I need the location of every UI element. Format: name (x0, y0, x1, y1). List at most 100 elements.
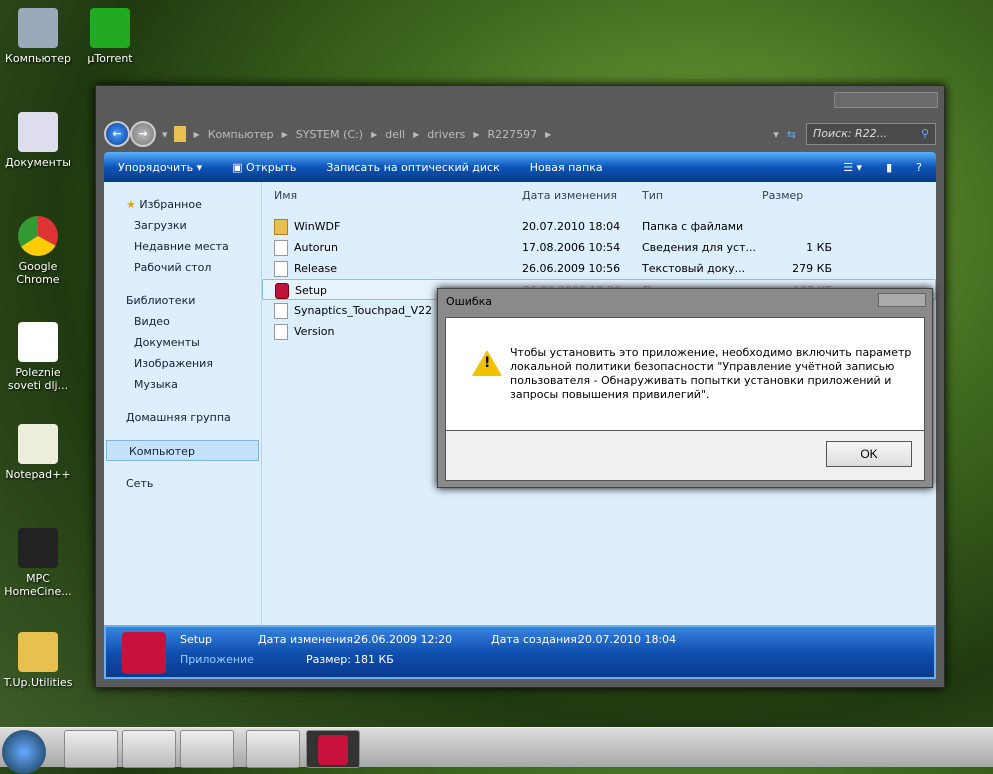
created-label: Дата создания: (491, 633, 581, 646)
settings-file-icon (274, 240, 288, 256)
nav-desktop[interactable]: Рабочий стол (104, 257, 261, 278)
nav-video[interactable]: Видео (104, 311, 261, 332)
chrome-icon (18, 216, 58, 256)
help-file-icon (18, 322, 58, 362)
breadcrumb-item[interactable]: SYSTEM (C:) (296, 128, 363, 141)
nav-label: Избранное (139, 198, 202, 211)
file-type: Папка с файлами (642, 220, 744, 233)
help-icon[interactable]: ? (916, 161, 922, 174)
open-label: Открыть (246, 160, 297, 174)
search-input[interactable]: Поиск: R22... ⚲ (806, 123, 936, 145)
app-icon (275, 283, 289, 299)
burn-button[interactable]: Записать на оптический диск (326, 161, 499, 174)
nav-recent[interactable]: Недавние места (104, 236, 261, 257)
nav-images[interactable]: Изображения (104, 353, 261, 374)
error-dialog: Ошибка ! Чтобы установить это приложение… (437, 288, 933, 488)
column-date[interactable]: Дата изменения (522, 182, 642, 210)
file-name: Setup (295, 284, 328, 297)
chevron-down-icon[interactable]: ▾ (162, 128, 168, 141)
breadcrumb-item[interactable]: R227597 (488, 128, 538, 141)
media-player-taskbar-button[interactable] (180, 730, 234, 768)
nav-network[interactable]: Сеть (104, 473, 261, 494)
chevron-right-icon[interactable]: ▶ (194, 130, 200, 139)
desktop-icon[interactable]: µTorrent (72, 8, 148, 65)
text-file-icon (274, 261, 288, 277)
desktop-icon[interactable]: Документы (0, 112, 76, 169)
file-row[interactable]: Autorun 17.08.2006 10:54 Сведения для уст.… (262, 237, 936, 258)
nav-computer[interactable]: Компьютер (106, 440, 259, 461)
modified-value: 26.06.2009 12:20 (354, 633, 453, 646)
desktop-icon[interactable]: Poleznie soveti dlj... (0, 322, 76, 392)
icon-label: Документы (5, 156, 71, 169)
organize-button[interactable]: Упорядочить ▾ (118, 161, 202, 174)
views-icon[interactable]: ☰ ▾ (843, 161, 862, 174)
taskbar (0, 727, 993, 774)
icon-label: T.Up.Utilities (3, 676, 73, 689)
command-bar: Упорядочить ▾ ▣ Открыть Записать на опти… (104, 152, 936, 182)
desktop-icon[interactable]: Компьютер (0, 8, 76, 65)
search-icon: ⚲ (920, 127, 929, 140)
desktop-icon[interactable]: MPC HomeCine... (0, 528, 76, 598)
close-button[interactable] (878, 293, 926, 307)
file-type: Текстовый доку... (642, 262, 746, 275)
file-type: Сведения для уст... (642, 241, 756, 254)
organize-label: Упорядочить (118, 160, 194, 174)
chevron-right-icon[interactable]: ▶ (371, 130, 377, 139)
new-folder-button[interactable]: Новая папка (530, 161, 603, 174)
window-controls[interactable] (834, 92, 938, 108)
nav-favorites[interactable]: ★ Избранное (104, 194, 261, 215)
file-name: WinWDF (294, 220, 341, 233)
size-label: Размер: (306, 653, 351, 666)
column-type[interactable]: Тип (642, 182, 762, 210)
notepad-icon (18, 424, 58, 464)
forward-button[interactable]: → (130, 121, 156, 147)
chevron-right-icon[interactable]: ▶ (545, 130, 551, 139)
open-button[interactable]: ▣ Открыть (232, 161, 296, 174)
text-file-icon (274, 324, 288, 340)
file-name: Release (294, 262, 337, 275)
setup-taskbar-button[interactable] (306, 730, 360, 768)
ie-taskbar-button[interactable] (64, 730, 118, 768)
nav-downloads[interactable]: Загрузки (104, 215, 261, 236)
history-dropdown-icon[interactable]: ▾ (773, 128, 779, 141)
chevron-right-icon[interactable]: ▶ (473, 130, 479, 139)
column-name[interactable]: Имя (262, 182, 522, 210)
chevron-right-icon[interactable]: ▶ (413, 130, 419, 139)
nav-homegroup[interactable]: Домашняя группа (104, 407, 261, 428)
breadcrumb-item[interactable]: Компьютер (208, 128, 274, 141)
nav-libraries[interactable]: Библиотеки (104, 290, 261, 311)
nav-music[interactable]: Музыка (104, 374, 261, 395)
ok-button[interactable]: OK (826, 441, 912, 467)
desktop-icon[interactable]: T.Up.Utilities (0, 632, 76, 689)
utorrent-icon (90, 8, 130, 48)
file-row[interactable]: WinWDF 20.07.2010 18:04 Папка с файлами (262, 216, 936, 237)
breadcrumb-item[interactable]: dell (385, 128, 405, 141)
desktop-icon[interactable]: Google Chrome (0, 216, 76, 286)
file-date: 20.07.2010 18:04 (522, 220, 621, 233)
file-size: 1 КБ (806, 241, 832, 254)
dialog-message: Чтобы установить это приложение, необход… (510, 346, 912, 401)
file-name: Version (294, 325, 335, 338)
explorer-taskbar-button[interactable] (122, 730, 176, 768)
file-row[interactable]: Release 26.06.2009 10:56 Текстовый доку...… (262, 258, 936, 279)
icon-label: MPC HomeCine... (4, 572, 72, 598)
folder-icon (274, 219, 288, 235)
text-file-icon (274, 303, 288, 319)
installer-taskbar-button[interactable] (246, 730, 300, 768)
column-size[interactable]: Размер (762, 182, 832, 210)
folder-icon (173, 126, 186, 142)
nav-documents[interactable]: Документы (104, 332, 261, 353)
start-button[interactable] (2, 730, 46, 774)
breadcrumb-item[interactable]: drivers (427, 128, 465, 141)
desktop-icon[interactable]: Notepad++ (0, 424, 76, 481)
file-name: Synaptics_Touchpad_V22 (294, 304, 433, 317)
mpc-icon (18, 528, 58, 568)
icon-label: Google Chrome (16, 260, 60, 286)
icon-label: µTorrent (87, 52, 133, 65)
computer-icon (18, 8, 58, 48)
back-button[interactable]: ← (104, 121, 130, 147)
chevron-right-icon[interactable]: ▶ (282, 130, 288, 139)
navigation-pane: ★ Избранное Загрузки Недавние места Рабо… (104, 182, 262, 625)
refresh-icon[interactable]: ⇆ (787, 128, 796, 141)
preview-pane-icon[interactable]: ▮ (886, 161, 892, 174)
